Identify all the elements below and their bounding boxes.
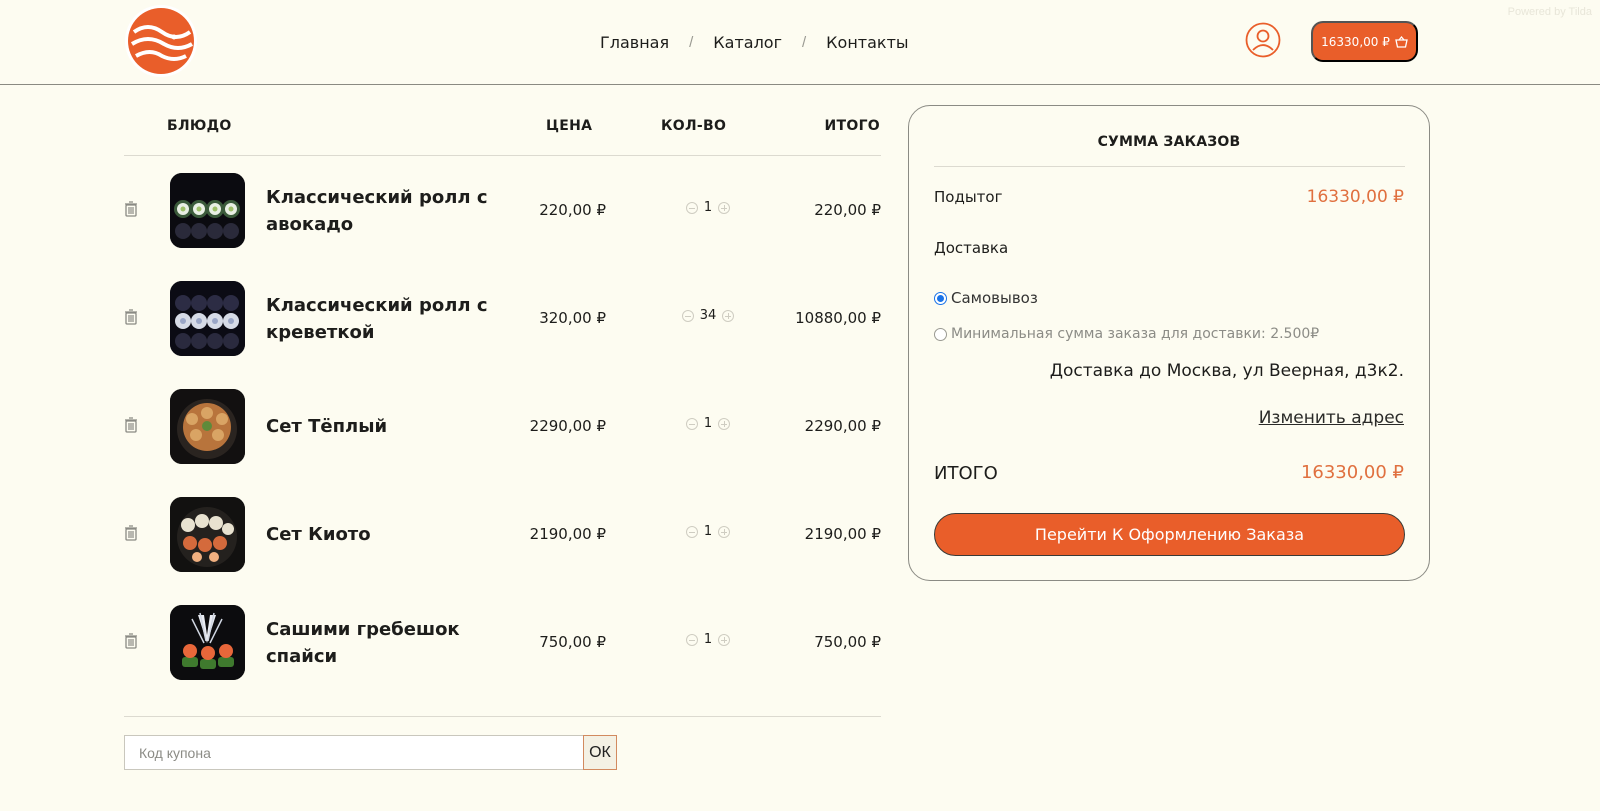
qty-value: 1 bbox=[703, 632, 713, 647]
qty-value: 1 bbox=[703, 524, 713, 539]
summary-divider bbox=[934, 166, 1405, 167]
delivery-radio[interactable] bbox=[934, 327, 947, 341]
decrease-qty-button[interactable] bbox=[685, 525, 698, 538]
dish-image[interactable] bbox=[170, 173, 245, 248]
row-total: 2190,00 ₽ bbox=[804, 525, 881, 543]
column-header-total: ИТОГО bbox=[824, 118, 880, 134]
summary-title: СУММА ЗАКАЗОВ bbox=[1097, 134, 1241, 150]
pickup-radio[interactable] bbox=[934, 291, 947, 305]
nav-home[interactable]: Главная bbox=[600, 33, 669, 52]
increase-qty-button[interactable] bbox=[718, 417, 731, 430]
quantity-stepper: 34 bbox=[668, 308, 748, 323]
subtotal-label: Подытог bbox=[934, 188, 1003, 206]
quantity-stepper: 1 bbox=[668, 416, 748, 431]
trash-icon[interactable] bbox=[124, 633, 138, 649]
dish-image[interactable] bbox=[170, 281, 245, 356]
table-row: Сет Тёплый 2290,00 ₽ 1 2290,00 ₽ bbox=[124, 389, 881, 464]
dish-image[interactable] bbox=[170, 605, 245, 680]
watermark-text: Powered by Tilda bbox=[1507, 6, 1592, 18]
dish-image[interactable] bbox=[170, 497, 245, 572]
dish-price: 220,00 ₽ bbox=[539, 201, 606, 219]
dish-price: 750,00 ₽ bbox=[539, 633, 606, 651]
decrease-qty-button[interactable] bbox=[685, 417, 698, 430]
cart-button[interactable]: 16330,00 ₽ bbox=[1311, 21, 1418, 62]
dish-name[interactable]: Сет Тёплый bbox=[266, 413, 496, 440]
quantity-stepper: 1 bbox=[668, 200, 748, 215]
increase-qty-button[interactable] bbox=[718, 525, 731, 538]
table-row: Сет Киото 2190,00 ₽ 1 2190,00 ₽ bbox=[124, 497, 881, 572]
subtotal-value: 16330,00 ₽ bbox=[1306, 187, 1404, 207]
dish-name[interactable]: Классический ролл с креветкой bbox=[266, 292, 496, 346]
row-total: 2290,00 ₽ bbox=[804, 417, 881, 435]
decrease-qty-button[interactable] bbox=[681, 309, 694, 322]
dish-name[interactable]: Классический ролл с авокадо bbox=[266, 184, 496, 238]
decrease-qty-button[interactable] bbox=[685, 201, 698, 214]
nav-separator: / bbox=[802, 33, 807, 51]
qty-value: 1 bbox=[703, 416, 713, 431]
delivery-address: Доставка до Москва, ул Веерная, д3к2. bbox=[1049, 361, 1404, 381]
table-header-divider bbox=[124, 155, 881, 156]
cart-total: 16330,00 ₽ bbox=[1321, 34, 1390, 49]
row-total: 750,00 ₽ bbox=[814, 633, 881, 651]
delivery-option-label: Минимальная сумма заказа для доставки: 2… bbox=[951, 326, 1320, 342]
trash-icon[interactable] bbox=[124, 309, 138, 325]
nav-separator: / bbox=[689, 33, 694, 51]
coupon-input[interactable] bbox=[124, 735, 584, 770]
column-header-price: ЦЕНА bbox=[546, 118, 593, 134]
table-footer-divider bbox=[124, 716, 881, 717]
nav-catalog[interactable]: Каталог bbox=[713, 33, 782, 52]
pickup-label: Самовывоз bbox=[951, 289, 1038, 307]
apply-coupon-button[interactable]: ОК bbox=[583, 735, 617, 770]
total-label: ИТОГО bbox=[934, 463, 998, 484]
decrease-qty-button[interactable] bbox=[685, 633, 698, 646]
change-address-link[interactable]: Изменить адрес bbox=[1259, 408, 1404, 428]
dish-price: 2190,00 ₽ bbox=[529, 525, 606, 543]
order-summary-panel: СУММА ЗАКАЗОВ Подытог 16330,00 ₽ Доставк… bbox=[908, 105, 1430, 581]
total-value: 16330,00 ₽ bbox=[1300, 462, 1404, 483]
trash-icon[interactable] bbox=[124, 525, 138, 541]
main-nav: Главная / Каталог / Контакты bbox=[600, 28, 909, 56]
table-row: Классический ролл с креветкой 320,00 ₽ 3… bbox=[124, 281, 881, 356]
checkout-button[interactable]: Перейти К Оформлению Заказа bbox=[934, 513, 1405, 556]
nav-contacts[interactable]: Контакты bbox=[826, 33, 908, 52]
quantity-stepper: 1 bbox=[668, 632, 748, 647]
increase-qty-button[interactable] bbox=[722, 309, 735, 322]
site-header: Главная / Каталог / Контакты 16330,00 ₽ … bbox=[0, 0, 1600, 85]
increase-qty-button[interactable] bbox=[718, 201, 731, 214]
trash-icon[interactable] bbox=[124, 201, 138, 217]
fish-logo-icon[interactable] bbox=[124, 4, 198, 78]
trash-icon[interactable] bbox=[124, 417, 138, 433]
pickup-option[interactable]: Самовывоз bbox=[934, 289, 1038, 307]
dish-name[interactable]: Сет Киото bbox=[266, 521, 496, 548]
column-header-dish: БЛЮДО bbox=[167, 118, 232, 134]
row-total: 220,00 ₽ bbox=[814, 201, 881, 219]
column-header-qty: КОЛ-ВО bbox=[661, 118, 727, 134]
dish-image[interactable] bbox=[170, 389, 245, 464]
delivery-label: Доставка bbox=[934, 239, 1009, 257]
delivery-option[interactable]: Минимальная сумма заказа для доставки: 2… bbox=[934, 326, 1319, 342]
qty-value: 1 bbox=[703, 200, 713, 215]
table-row: Классический ролл с авокадо 220,00 ₽ 1 2… bbox=[124, 173, 881, 248]
cart-basket-icon bbox=[1395, 35, 1408, 48]
qty-value: 34 bbox=[699, 308, 717, 323]
increase-qty-button[interactable] bbox=[718, 633, 731, 646]
dish-name[interactable]: Сашими гребешок спайси bbox=[266, 616, 496, 670]
quantity-stepper: 1 bbox=[668, 524, 748, 539]
dish-price: 2290,00 ₽ bbox=[529, 417, 606, 435]
table-row: Сашими гребешок спайси 750,00 ₽ 1 750,00… bbox=[124, 605, 881, 680]
row-total: 10880,00 ₽ bbox=[795, 309, 881, 327]
dish-price: 320,00 ₽ bbox=[539, 309, 606, 327]
user-account-icon[interactable] bbox=[1245, 22, 1281, 58]
